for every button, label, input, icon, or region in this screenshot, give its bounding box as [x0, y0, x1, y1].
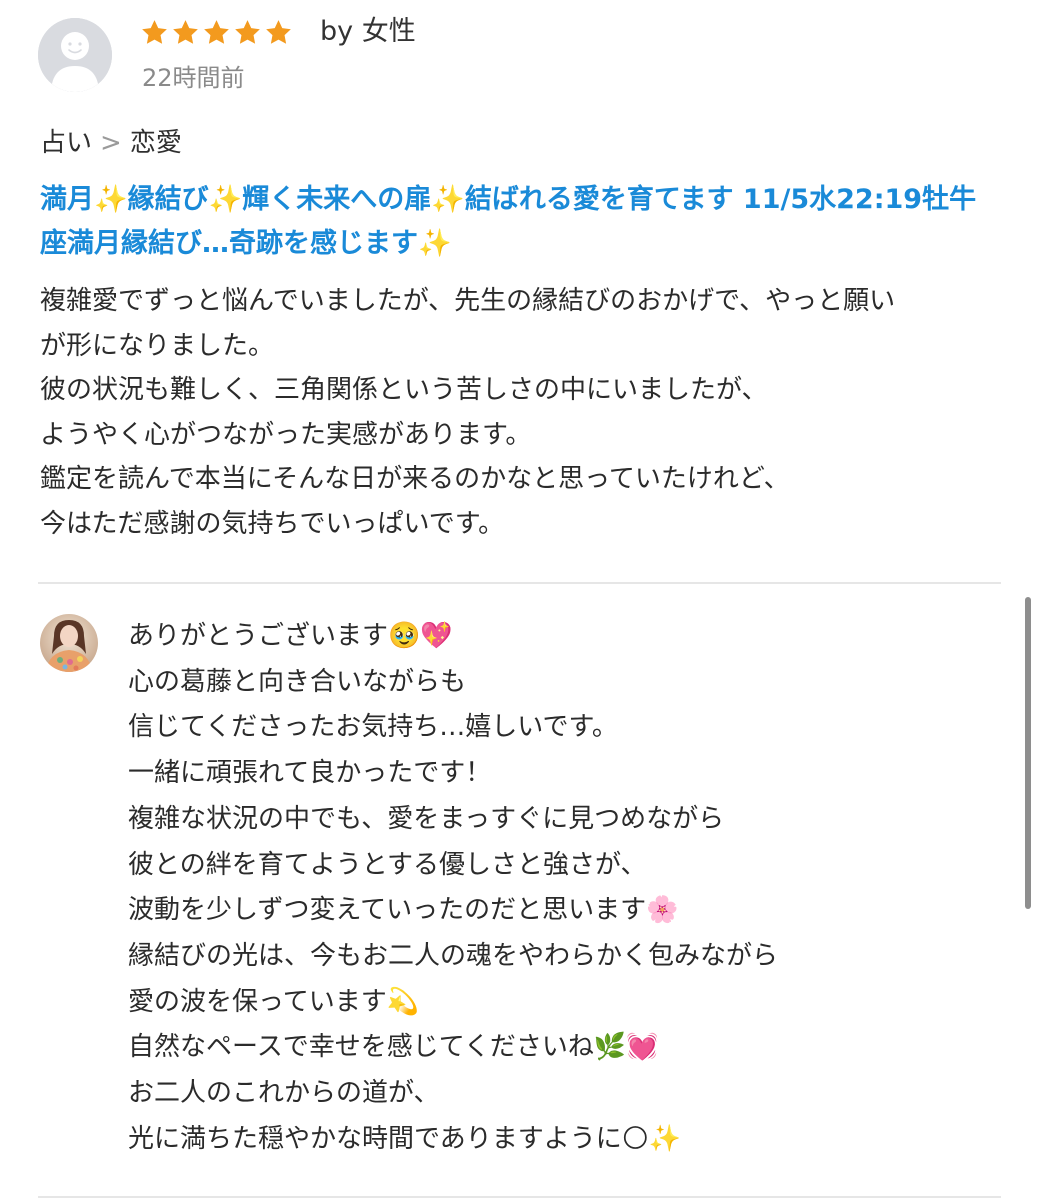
star-icon — [173, 19, 198, 44]
reply-line: 心の葛藤と向き合いながらも — [128, 666, 467, 697]
reply-line: 彼との絆を育てようとする優しさと強さが、 — [128, 849, 647, 880]
review-body-line: ようやく心がつながった実感があります。 — [40, 419, 532, 450]
star-icon — [266, 19, 291, 44]
seller-avatar[interactable] — [40, 614, 98, 672]
reviewer-avatar — [38, 18, 112, 92]
review-timestamp: 22時間前 — [142, 64, 245, 92]
breadcrumb-category[interactable]: 占い — [40, 126, 92, 160]
review-card: by 女性 22時間前 占い > 恋愛 満月✨縁結び✨輝く未来への扉✨結ばれる愛… — [0, 0, 1040, 1200]
service-title-link[interactable]: 満月✨縁結び✨輝く未来への扉✨結ばれる愛を育てます 11/5水22:19牡牛座満… — [40, 178, 990, 266]
review-body-line: 複雑愛でずっと悩んでいましたが、先生の縁結びのおかげで、やっと願い — [40, 286, 896, 316]
review-body: 複雑愛でずっと悩んでいましたが、先生の縁結びのおかげで、やっと願い が形になりまし… — [40, 279, 1000, 546]
seller-avatar-icon — [40, 614, 98, 672]
review-body-line: 今はただ感謝の気持ちでいっぱいです。 — [40, 508, 505, 539]
divider — [38, 582, 1001, 584]
breadcrumb-subcategory[interactable]: 恋愛 — [130, 126, 182, 160]
review-body-line: 彼の状況も難しく、三角関係という苦しさの中にいましたが、 — [40, 375, 768, 405]
default-user-avatar-icon — [38, 18, 112, 92]
reply-line: 波動を少しずつ変えていったのだと思います🌸 — [128, 895, 679, 926]
star-icon — [204, 19, 229, 44]
star-icon — [142, 19, 167, 44]
reply-line: 信じてくださったお気持ち…嬉しいです。 — [128, 712, 618, 743]
scrollbar-thumb[interactable] — [1025, 597, 1031, 909]
breadcrumb-separator: > — [100, 128, 122, 158]
divider — [38, 1196, 1001, 1198]
reply-line: 複雑な状況の中でも、愛をまっすぐに見つめながら — [128, 803, 725, 834]
breadcrumb: 占い > 恋愛 — [40, 126, 182, 160]
reply-line: 愛の波を保っています💫 — [128, 986, 420, 1017]
reply-line: 自然なペースで幸せを感じてくださいね🌿💓 — [128, 1032, 659, 1063]
review-body-line: が形になりました。 — [40, 330, 275, 361]
seller-reply: ありがとうございます🥹💖 心の葛藤と向き合いながらも信じてくださったお気持ち…嬉し… — [128, 614, 1008, 1162]
reply-line: お二人のこれからの道が、 — [128, 1078, 440, 1109]
reply-line: 光に満ちた穏やかな時間でありますように🌕✨ — [128, 1123, 682, 1154]
rating-stars — [140, 14, 293, 50]
reviewer-name: by 女性 — [320, 16, 416, 47]
reply-line: 一緒に頑張れて良かったです！ — [128, 758, 492, 789]
reply-line: ありがとうございます🥹💖 — [128, 621, 453, 651]
reply-line: 縁結びの光は、今もお二人の魂をやわらかく包みながら — [128, 940, 779, 971]
star-icon — [235, 19, 260, 44]
review-body-line: 鑑定を読んで本当にそんな日が来るのかなと思っていたけれど、 — [40, 464, 790, 494]
